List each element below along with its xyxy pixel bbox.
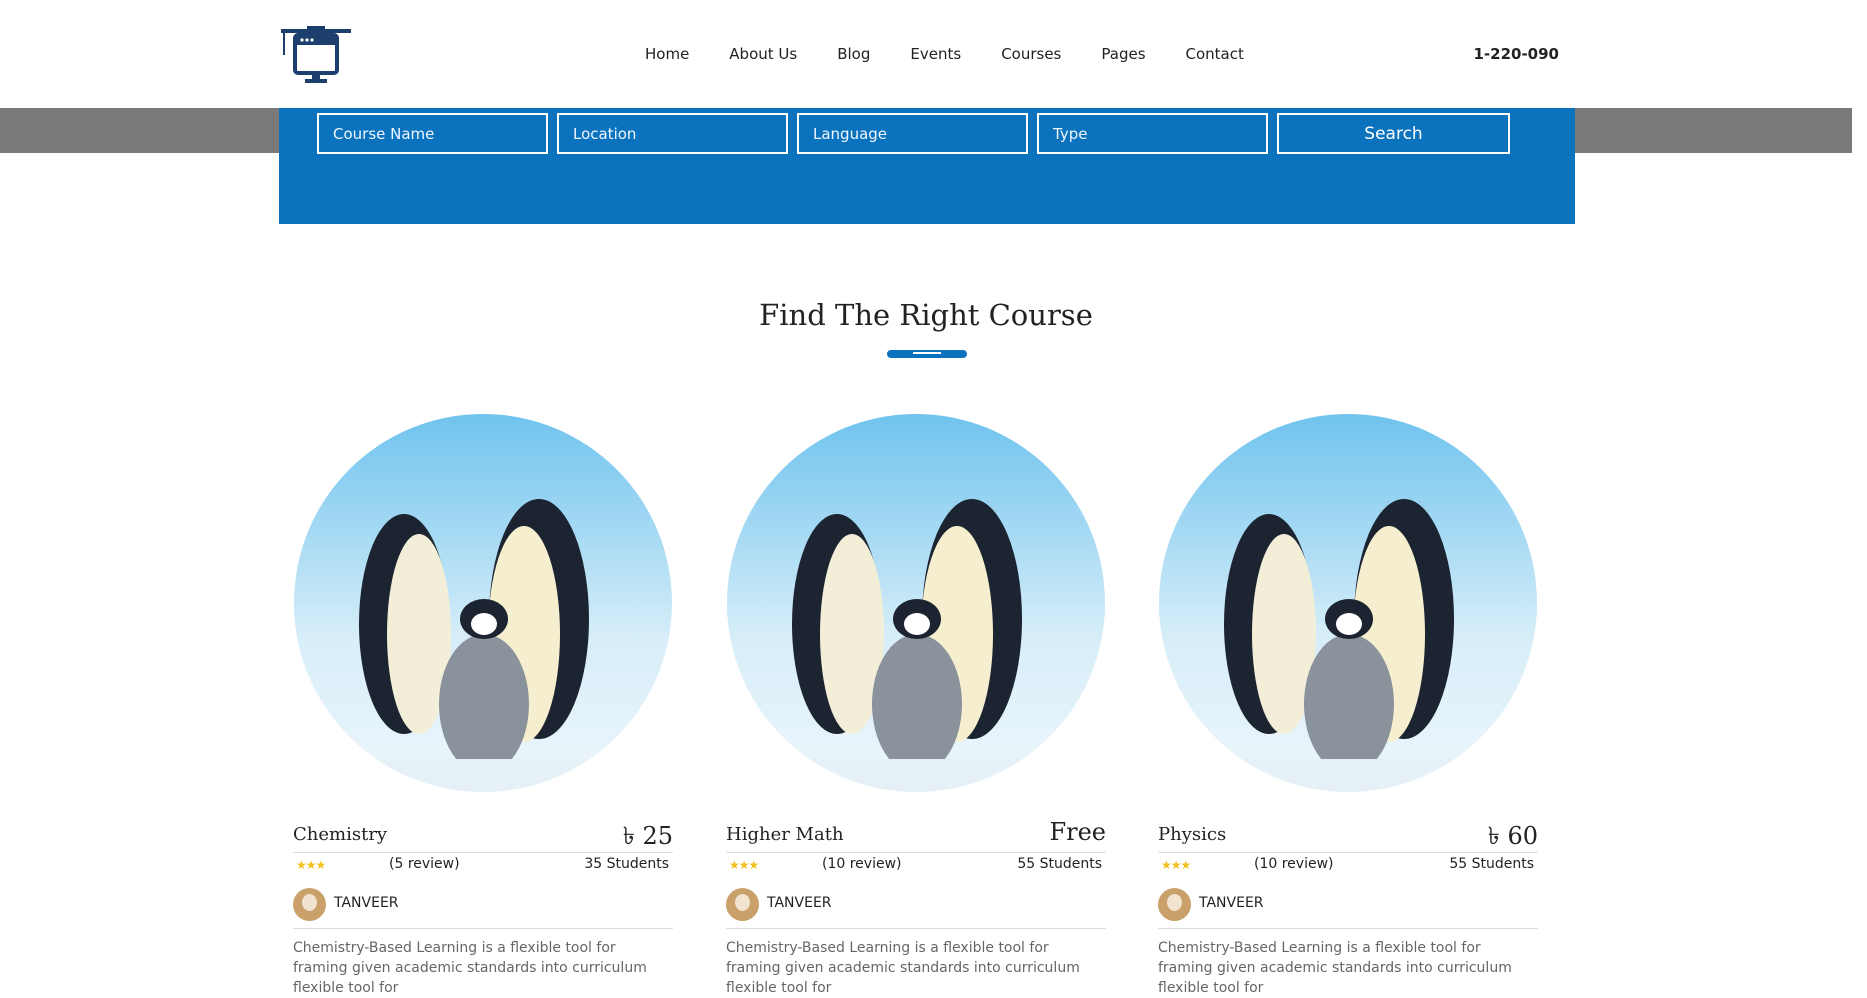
- rating-stars: ★★★: [729, 858, 759, 872]
- course-image[interactable]: [294, 414, 672, 792]
- nav-pages[interactable]: Pages: [1101, 43, 1145, 65]
- course-author: TANVEER: [293, 886, 673, 929]
- course-description: Chemistry-Based Learning is a flexible t…: [293, 940, 647, 996]
- phone-number: 1-220-090: [1473, 45, 1559, 63]
- course-header: Chemistry ৳ 25: [293, 816, 673, 853]
- section-title: Find The Right Course: [759, 298, 1093, 332]
- course-header: Higher Math Free: [726, 816, 1106, 853]
- review-count: (5 review): [389, 856, 460, 872]
- course-price: ৳ 60: [1487, 822, 1538, 850]
- nav-events[interactable]: Events: [910, 43, 961, 65]
- rating-stars: ★★★: [1161, 858, 1191, 872]
- course-meta: ★★★ (5 review) 35 Students: [293, 856, 673, 882]
- penguin-family-image: [294, 414, 672, 792]
- course-title[interactable]: Physics: [1158, 824, 1226, 845]
- course-image[interactable]: [1159, 414, 1537, 792]
- course-header: Physics ৳ 60: [1158, 816, 1538, 853]
- nav-about-us[interactable]: About Us: [729, 43, 797, 65]
- avatar: [726, 888, 759, 921]
- nav-contact[interactable]: Contact: [1186, 43, 1244, 65]
- main-nav: Home About Us Blog Events Courses Pages …: [645, 43, 1284, 65]
- course-name-input[interactable]: [317, 113, 548, 154]
- course-author: TANVEER: [1158, 886, 1538, 929]
- title-divider: [887, 350, 967, 358]
- author-name[interactable]: TANVEER: [1199, 895, 1264, 911]
- nav-blog[interactable]: Blog: [837, 43, 870, 65]
- site-logo[interactable]: [281, 26, 355, 84]
- student-count: 35 Students: [584, 856, 669, 872]
- review-count: (10 review): [1254, 856, 1334, 872]
- site-header: Home About Us Blog Events Courses Pages …: [0, 0, 1852, 108]
- student-count: 55 Students: [1449, 856, 1534, 872]
- course-image[interactable]: [727, 414, 1105, 792]
- course-card[interactable]: Physics ৳ 60 ★★★ (10 review) 55 Students…: [1158, 414, 1538, 996]
- student-count: 55 Students: [1017, 856, 1102, 872]
- author-name[interactable]: TANVEER: [334, 895, 399, 911]
- course-title[interactable]: Higher Math: [726, 824, 844, 845]
- course-description: Chemistry-Based Learning is a flexible t…: [726, 940, 1080, 996]
- penguin-family-image: [1159, 414, 1537, 792]
- course-meta: ★★★ (10 review) 55 Students: [1158, 856, 1538, 882]
- penguin-family-image: [727, 414, 1105, 792]
- course-meta: ★★★ (10 review) 55 Students: [726, 856, 1106, 882]
- course-card[interactable]: Chemistry ৳ 25 ★★★ (5 review) 35 Student…: [293, 414, 673, 996]
- course-search-panel: Search: [279, 108, 1575, 224]
- location-input[interactable]: [557, 113, 788, 154]
- course-author: TANVEER: [726, 886, 1106, 929]
- nav-courses[interactable]: Courses: [1001, 43, 1061, 65]
- graduation-monitor-logo-icon: [281, 26, 351, 83]
- course-price: Free: [1049, 818, 1106, 846]
- avatar: [1158, 888, 1191, 921]
- author-name[interactable]: TANVEER: [767, 895, 832, 911]
- avatar: [293, 888, 326, 921]
- language-input[interactable]: [797, 113, 1028, 154]
- course-description: Chemistry-Based Learning is a flexible t…: [1158, 940, 1512, 996]
- course-card[interactable]: Higher Math Free ★★★ (10 review) 55 Stud…: [726, 414, 1106, 996]
- course-price: ৳ 25: [622, 822, 673, 850]
- search-button[interactable]: Search: [1277, 113, 1510, 154]
- course-title[interactable]: Chemistry: [293, 824, 387, 845]
- nav-home[interactable]: Home: [645, 43, 689, 65]
- type-input[interactable]: [1037, 113, 1268, 154]
- rating-stars: ★★★: [296, 858, 326, 872]
- review-count: (10 review): [822, 856, 902, 872]
